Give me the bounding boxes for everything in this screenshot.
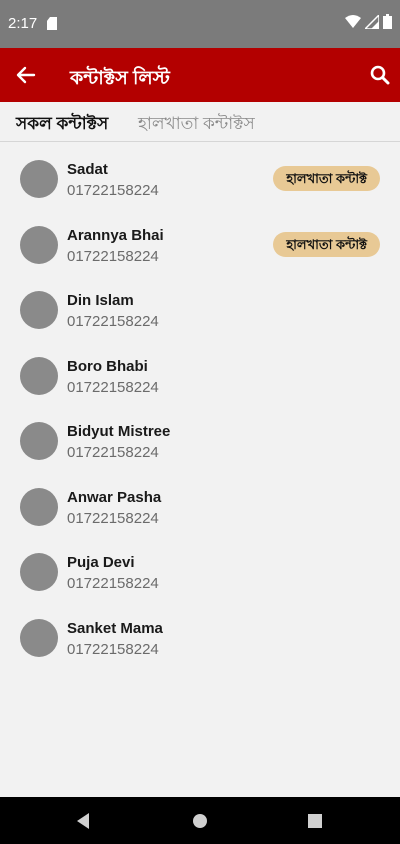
contact-name: Bidyut Mistree (67, 423, 171, 440)
contact-row[interactable]: Din Islam 01722158224 (0, 281, 400, 347)
contact-phone: 01722158224 (67, 509, 159, 527)
contact-list: Sadat 01722158224 হালখাতা কন্টাক্ট Arannya … (0, 150, 400, 674)
contact-name: Sanket Mama (67, 619, 163, 637)
contact-name: Arannya Bhai (67, 226, 164, 244)
avatar (20, 487, 58, 526)
halkhata-contact-badge[interactable]: হালখাতা কন্টাক্ট (273, 166, 380, 191)
contact-name: Anwar Pasha (67, 488, 162, 506)
back-arrow-icon[interactable] (14, 63, 38, 87)
nav-recents-icon[interactable] (305, 811, 325, 831)
contact-tabs: সকল কন্টাক্টস হালখাতা কন্টাক্টস (0, 102, 400, 142)
contact-name: Sadat (67, 161, 108, 178)
app-bar: কন্টাক্টস লিস্ট (0, 48, 400, 102)
tab-all-contacts[interactable]: সকল কন্টাক্টস (16, 111, 108, 139)
battery-icon (383, 14, 392, 29)
avatar (20, 553, 58, 591)
status-icons (345, 14, 392, 29)
contact-phone: 01722158224 (67, 378, 159, 396)
contact-phone: 01722158224 (67, 313, 159, 330)
contact-row[interactable]: Bidyut Mistree 01722158224 (0, 412, 400, 478)
wifi-icon (345, 14, 361, 28)
contact-phone: 01722158224 (67, 640, 159, 658)
contact-row[interactable]: Sadat 01722158224 হালখাতা কন্টাক্ট (0, 150, 400, 216)
halkhata-contact-badge[interactable]: হালখাতা কন্টাক্ট (273, 231, 380, 257)
avatar (20, 225, 58, 264)
avatar (20, 618, 58, 657)
avatar (20, 291, 58, 329)
status-bar: 2:17 (0, 0, 400, 48)
signal-icon (365, 14, 379, 29)
avatar (20, 422, 58, 460)
sd-card-icon (47, 17, 57, 30)
contact-phone: 01722158224 (67, 182, 159, 199)
contact-name: Puja Devi (67, 554, 135, 571)
nav-home-icon[interactable] (190, 811, 210, 831)
contact-row[interactable]: Sanket Mama 01722158224 (0, 609, 400, 675)
contact-row[interactable]: Anwar Pasha 01722158224 (0, 478, 400, 544)
system-nav-bar (0, 797, 400, 844)
nav-back-icon[interactable] (73, 811, 93, 831)
contact-phone: 01722158224 (67, 575, 159, 592)
avatar (20, 356, 58, 395)
contact-phone: 01722158224 (67, 247, 159, 265)
contact-name: Boro Bhabi (67, 357, 148, 375)
page-title: কন্টাক্টস লিস্ট (70, 68, 170, 89)
avatar (20, 160, 58, 198)
contact-row[interactable]: Boro Bhabi 01722158224 (0, 347, 400, 413)
contact-row[interactable]: Arannya Bhai 01722158224 হালখাতা কন্টাক্ট (0, 216, 400, 282)
contact-name: Din Islam (67, 292, 134, 309)
search-icon[interactable] (368, 63, 392, 87)
contact-phone: 01722158224 (67, 444, 159, 461)
tab-halkhata-contacts[interactable]: হালখাতা কন্টাক্টস (138, 111, 255, 139)
status-time: 2:17 (8, 15, 38, 32)
contact-row[interactable]: Puja Devi 01722158224 (0, 543, 400, 609)
